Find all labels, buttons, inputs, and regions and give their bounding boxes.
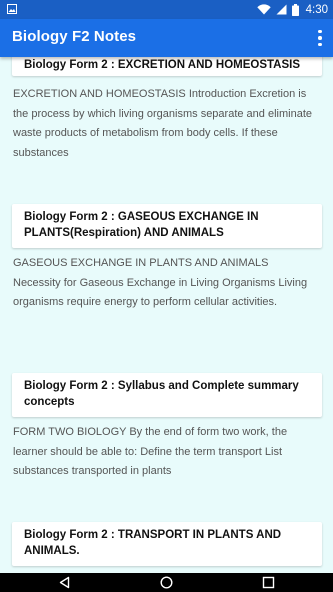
post-title-card[interactable]: Biology Form 2 : Syllabus and Complete s…: [12, 373, 322, 417]
post-title[interactable]: Biology Form 2 : EXCRETION AND HOMEOSTAS…: [12, 57, 322, 78]
battery-icon: [291, 3, 299, 16]
status-bar: 4:30: [0, 0, 333, 19]
back-icon[interactable]: [58, 576, 71, 589]
app-screen: 4:30 Biology F2 Notes Biology Form 2 : E…: [0, 0, 333, 592]
home-icon[interactable]: [160, 576, 173, 589]
post-title[interactable]: Biology Form 2 : Syllabus and Complete s…: [12, 373, 322, 415]
post-title[interactable]: Biology Form 2 : TRANSPORT IN PLANTS AND…: [12, 522, 322, 564]
navigation-bar: [0, 573, 333, 592]
status-icons: 4:30: [256, 2, 328, 17]
post-excerpt: FORM TWO BIOLOGY By the end of form two …: [13, 426, 288, 477]
app-title: Biology F2 Notes: [12, 28, 137, 45]
post-title[interactable]: Biology Form 2 : GASEOUS EXCHANGE IN PLA…: [12, 204, 322, 246]
gallery-icon: [7, 4, 17, 14]
recents-icon[interactable]: [262, 576, 275, 589]
post-excerpt: EXCRETION AND HOMEOSTASIS Introduction E…: [13, 88, 312, 159]
post-title-card[interactable]: Biology Form 2 : EXCRETION AND HOMEOSTAS…: [12, 57, 322, 76]
app-bar: Biology F2 Notes: [0, 19, 333, 57]
more-vert-icon[interactable]: [313, 28, 327, 48]
wifi-icon: [256, 4, 271, 15]
status-time: 4:30: [305, 3, 328, 16]
post-title-card[interactable]: Biology Form 2 : GASEOUS EXCHANGE IN PLA…: [12, 204, 322, 248]
post-title-card[interactable]: Biology Form 2 : TRANSPORT IN PLANTS AND…: [12, 522, 322, 566]
post-list[interactable]: Biology Form 2 : EXCRETION AND HOMEOSTAS…: [0, 57, 333, 573]
post-excerpt: GASEOUS EXCHANGE IN PLANTS AND ANIMALS N…: [13, 257, 308, 308]
signal-icon: [276, 4, 287, 15]
